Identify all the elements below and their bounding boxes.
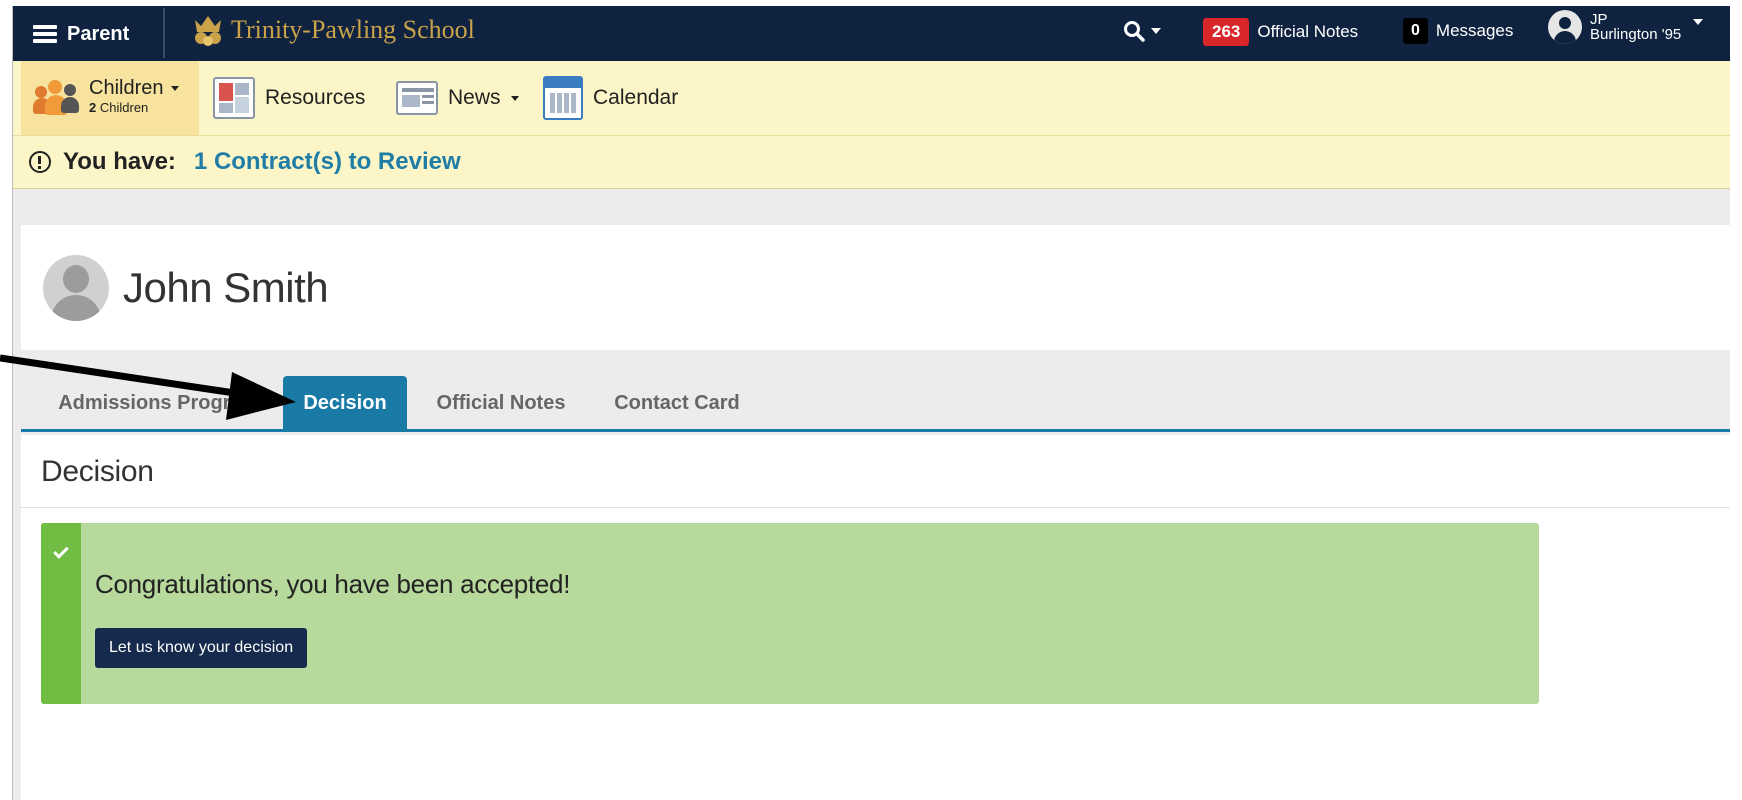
resources-label: Resources: [265, 86, 366, 109]
school-logo[interactable]: Trinity-Pawling School: [191, 12, 475, 48]
school-name: Trinity-Pawling School: [231, 15, 475, 44]
section-divider: [21, 507, 1730, 508]
decision-heading: Decision: [41, 455, 154, 488]
official-notes-badge: 263: [1203, 18, 1250, 46]
search-dropdown[interactable]: [1123, 20, 1161, 42]
checkmark-icon: [53, 543, 69, 559]
contract-review-link[interactable]: 1 Contract(s) to Review: [194, 148, 461, 176]
app-frame: Parent Trinity-Pawling School 263 Offici…: [12, 6, 1730, 800]
tab-official-notes[interactable]: Official Notes: [417, 376, 585, 430]
resources-icon: [213, 77, 255, 119]
nav-news[interactable]: News: [396, 61, 519, 135]
exclamation-circle-icon: [29, 151, 51, 173]
secondary-navbar: Children 2 Children Resources News Calen…: [13, 61, 1730, 135]
menu-label: Parent: [67, 22, 130, 45]
tab-label: Contact Card: [614, 391, 740, 414]
chevron-down-icon: [1151, 28, 1161, 34]
children-count: 2: [89, 100, 97, 115]
alert-prefix: You have:: [63, 148, 176, 175]
chevron-down-icon: [510, 95, 519, 101]
acceptance-message: Congratulations, you have been accepted!: [95, 569, 571, 599]
official-notes-link[interactable]: 263 Official Notes: [1203, 18, 1358, 46]
decision-panel: Decision Congratulations, you have been …: [21, 435, 1730, 800]
messages-badge: 0: [1403, 18, 1428, 44]
navbar-divider: [163, 8, 165, 58]
tab-contact-card[interactable]: Contact Card: [593, 376, 761, 430]
school-crest-icon: [195, 16, 221, 46]
student-profile-header: John Smith: [21, 225, 1730, 350]
tab-label: Admissions Progress: [58, 391, 264, 414]
nav-children[interactable]: Children 2 Children: [21, 61, 199, 135]
tab-admissions-progress[interactable]: Admissions Progress: [41, 376, 281, 430]
news-label: News: [448, 86, 501, 109]
search-icon: [1124, 21, 1145, 42]
children-icon: [33, 78, 79, 118]
user-avatar-icon: [1548, 10, 1582, 44]
hamburger-icon: [33, 25, 57, 43]
success-stripe: [41, 523, 81, 704]
decision-button[interactable]: Let us know your decision: [95, 628, 308, 668]
contract-alert: You have: 1 Contract(s) to Review: [13, 135, 1730, 189]
tab-label: Official Notes: [436, 391, 566, 414]
student-avatar: [43, 254, 109, 321]
calendar-icon: [543, 76, 583, 120]
messages-label: Messages: [1435, 21, 1514, 40]
user-initials: JP: [1590, 11, 1608, 28]
profile-tabs: Admissions Progress Decision Official No…: [21, 376, 1730, 432]
children-sublabel: Children: [99, 100, 149, 115]
user-menu[interactable]: JP Burlington '95: [1548, 10, 1704, 44]
chevron-down-icon: [171, 86, 180, 91]
student-name: John Smith: [123, 263, 329, 311]
news-icon: [396, 81, 438, 115]
tab-decision[interactable]: Decision: [283, 376, 407, 430]
calendar-label: Calendar: [593, 86, 679, 109]
top-navbar: Parent Trinity-Pawling School 263 Offici…: [13, 6, 1730, 61]
children-label: Children: [89, 77, 164, 99]
acceptance-alert: Congratulations, you have been accepted!…: [41, 523, 1539, 704]
nav-calendar[interactable]: Calendar: [543, 61, 678, 135]
tab-label: Decision: [303, 391, 387, 414]
nav-resources[interactable]: Resources: [213, 61, 365, 135]
user-name: Burlington '95: [1590, 26, 1682, 43]
messages-link[interactable]: 0 Messages: [1403, 18, 1513, 44]
chevron-down-icon: [1693, 19, 1704, 25]
main-menu-button[interactable]: Parent: [33, 16, 129, 52]
official-notes-label: Official Notes: [1257, 22, 1359, 41]
